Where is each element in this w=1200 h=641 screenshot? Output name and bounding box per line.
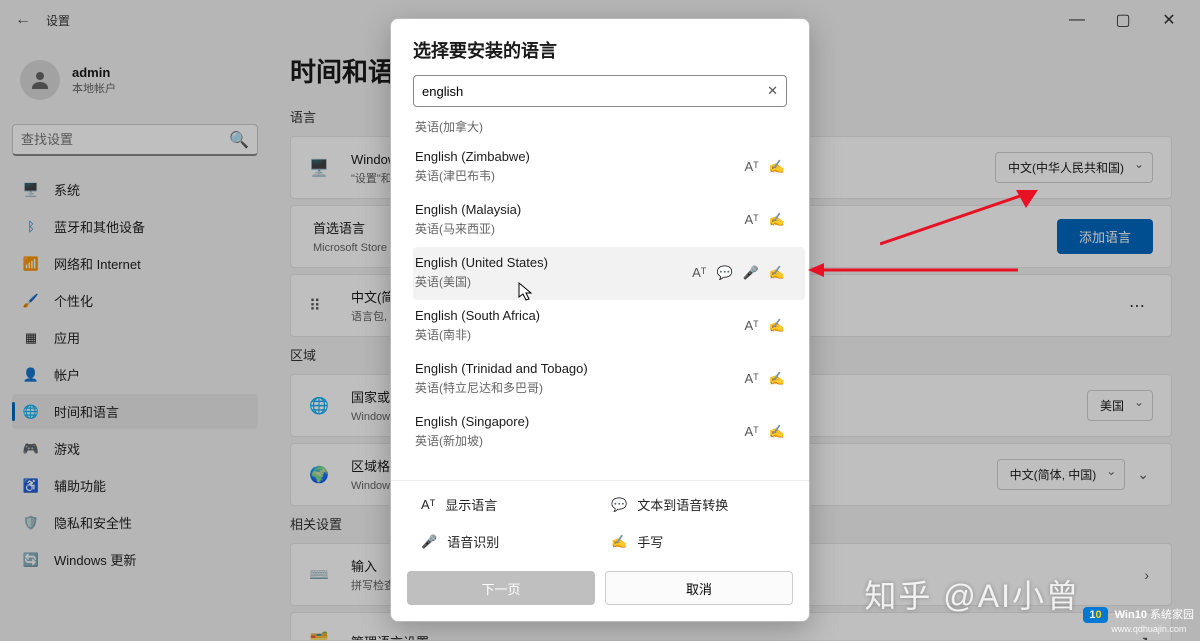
hw-icon: ✍️ [769, 265, 785, 281]
lang-en: English (South Africa) [415, 308, 540, 323]
dialog-footer: 下一页 取消 [391, 561, 809, 621]
next-button[interactable]: 下一页 [407, 571, 595, 605]
tts-icon: Aᵀ [745, 371, 759, 387]
hw-icon: ✍️ [769, 318, 785, 334]
lang-item-2[interactable]: English (United States) 英语(美国) Aᵀ 💬 🎤 ✍️ [413, 247, 805, 300]
hw-icon: ✍️ [769, 371, 785, 387]
watermark: 知乎 @AI小曾 [864, 571, 1080, 617]
lang-zh: 英语(新加坡) [415, 432, 529, 449]
tts-icon: Aᵀ [745, 212, 759, 228]
lang-en: English (Trinidad and Tobago) [415, 361, 588, 376]
lang-zh: 英语(马来西亚) [415, 220, 521, 237]
tts-icon: Aᵀ [745, 318, 759, 334]
lang-en: English (United States) [415, 255, 548, 270]
legend-voice: 🎤语音识别 [421, 532, 571, 551]
hw-icon: ✍️ [769, 212, 785, 228]
lang-zh: 英语(美国) [415, 273, 548, 290]
language-list[interactable]: 英语(加拿大) English (Zimbabwe)英语(津巴布韦)Aᵀ✍️En… [391, 115, 809, 480]
lang-item-4[interactable]: English (Trinidad and Tobago) 英语(特立尼达和多巴哥… [413, 353, 805, 406]
dialog-search[interactable]: ✕ [413, 75, 787, 107]
lang-en: English (Malaysia) [415, 202, 521, 217]
lang-zh: 英语(南非) [415, 326, 540, 343]
lang-zh: 英语(特立尼达和多巴哥) [415, 379, 588, 396]
tts-icon: Aᵀ [745, 159, 759, 175]
hw-icon: ✍️ [769, 424, 785, 440]
legend-handwriting: ✍️手写 [611, 532, 761, 551]
lang-zh: 英语(津巴布韦) [415, 167, 530, 184]
lang-en: English (Singapore) [415, 414, 529, 429]
voice-icon: 🎤 [421, 534, 437, 550]
tts-icon: Aᵀ [692, 265, 706, 281]
tts-icon: Aᵀ [745, 424, 759, 440]
lang-item-1[interactable]: English (Malaysia) 英语(马来西亚) Aᵀ ✍️ [413, 194, 805, 247]
legend-display: Aᵀ显示语言 [421, 495, 571, 514]
lang-item-5[interactable]: English (Singapore) 英语(新加坡) Aᵀ ✍️ [413, 406, 805, 459]
handwriting-icon: ✍️ [611, 534, 627, 550]
cancel-button[interactable]: 取消 [605, 571, 793, 605]
watermark-brand: 10 Win10 系统家园 www.qdhuajin.com [1083, 606, 1194, 635]
clear-icon[interactable]: ✕ [767, 83, 778, 99]
lang-truncated-label: 英语(加拿大) [415, 118, 483, 135]
dialog-title: 选择要安装的语言 [391, 19, 809, 75]
add-language-dialog: 选择要安装的语言 ✕ 英语(加拿大) English (Zimbabwe) 英语(… [390, 18, 810, 622]
tts-icon: 💬 [611, 497, 627, 513]
lang-item-truncated[interactable]: 英语(加拿大) [413, 115, 805, 141]
dialog-search-input[interactable] [422, 84, 767, 99]
legend-tts: 💬文本到语音转换 [611, 495, 761, 514]
disp-icon: 💬 [716, 265, 732, 281]
lang-item-3[interactable]: English (South Africa) 英语(南非) Aᵀ ✍️ [413, 300, 805, 353]
display-lang-icon: Aᵀ [421, 497, 435, 512]
lang-item-0[interactable]: English (Zimbabwe) 英语(津巴布韦) Aᵀ ✍️ [413, 141, 805, 194]
voice-icon: 🎤 [743, 265, 759, 281]
hw-icon: ✍️ [769, 159, 785, 175]
dialog-legend: Aᵀ显示语言 💬文本到语音转换 🎤语音识别 ✍️手写 [391, 480, 809, 561]
lang-en: English (Zimbabwe) [415, 149, 530, 164]
